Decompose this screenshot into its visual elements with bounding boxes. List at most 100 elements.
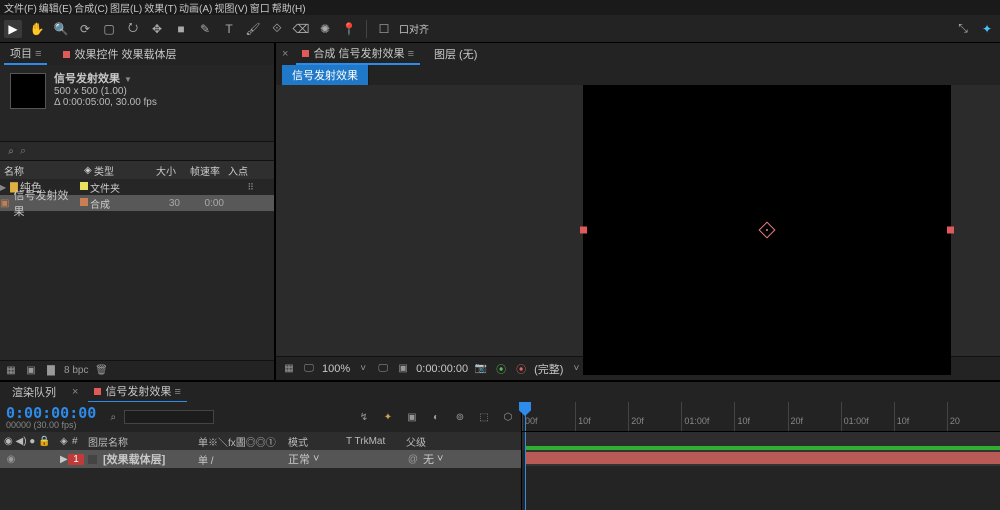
- snap-checkbox[interactable]: ☐: [375, 20, 393, 38]
- layer-track[interactable]: [526, 450, 1000, 466]
- layout-icon[interactable]: ⤡: [954, 20, 972, 38]
- menu-effect[interactable]: 效果(T): [144, 0, 177, 15]
- tab-close-icon[interactable]: ×: [72, 386, 78, 398]
- parent-select[interactable]: 无: [423, 451, 434, 467]
- channel-icon[interactable]: ⦿: [494, 362, 508, 376]
- eye-col-icon[interactable]: ◉ ◀) ● 🔒: [0, 436, 56, 447]
- clone-tool-icon[interactable]: ⟐: [268, 20, 286, 38]
- roi-icon[interactable]: ▣: [396, 362, 410, 376]
- search-help-icon[interactable]: ✦: [978, 20, 996, 38]
- col-size[interactable]: 大小: [140, 163, 180, 178]
- new-comp-icon[interactable]: ▣: [24, 364, 38, 378]
- roto-tool-icon[interactable]: ✺: [316, 20, 334, 38]
- tab-render-queue[interactable]: 渲染队列: [6, 382, 62, 402]
- puppet-tool-icon[interactable]: 📍: [340, 20, 358, 38]
- dropdown-caret-icon[interactable]: ▼: [124, 75, 132, 84]
- draft-icon[interactable]: ▣: [405, 410, 419, 424]
- monitor-icon[interactable]: 🖵: [302, 362, 316, 376]
- pickwhip-icon[interactable]: @: [406, 452, 420, 466]
- tab-project[interactable]: 项目 ≡: [4, 43, 47, 65]
- menu-anim[interactable]: 动画(A): [179, 0, 212, 15]
- mode-col[interactable]: 模式: [284, 434, 342, 449]
- project-search-input[interactable]: [18, 144, 270, 158]
- panel-menu-icon[interactable]: ≡: [175, 386, 181, 398]
- menu-view[interactable]: 视图(V): [214, 0, 247, 15]
- time-ruler[interactable]: 00f 10f 20f 01:00f 10f 20f 01:00f 10f 20: [522, 402, 1000, 432]
- layername-col[interactable]: 图层名称: [84, 434, 194, 449]
- dropdown-caret-icon[interactable]: ˅: [437, 453, 443, 465]
- hand-tool-icon[interactable]: ✋: [28, 20, 46, 38]
- resolution-icon[interactable]: 🖵: [376, 362, 390, 376]
- menu-layer[interactable]: 图层(L): [110, 0, 142, 15]
- panel-menu-icon[interactable]: ≡: [35, 48, 41, 60]
- pen-tool-icon[interactable]: ✎: [196, 20, 214, 38]
- tag-col-icon[interactable]: ◈: [80, 165, 90, 176]
- label-swatch-icon[interactable]: [80, 182, 88, 190]
- zoom-tool-icon[interactable]: 🔍: [52, 20, 70, 38]
- tab-layer-viewer[interactable]: 图层 (无): [428, 44, 483, 64]
- col-name[interactable]: 名称: [0, 163, 80, 178]
- shape-tool-icon[interactable]: ■: [172, 20, 190, 38]
- layer-name[interactable]: [效果载体层]: [103, 451, 165, 467]
- anchor-tool-icon[interactable]: ✥: [148, 20, 166, 38]
- new-folder-icon[interactable]: ▇: [44, 364, 58, 378]
- layer-bar[interactable]: [526, 452, 1000, 464]
- panel-menu-icon[interactable]: ≡: [408, 48, 414, 60]
- menu-comp[interactable]: 合成(C): [74, 0, 108, 15]
- timeline-layer-row[interactable]: ◉ ▶ 1 [效果载体层] 单 / 正常 ˅ @无 ˅: [0, 450, 521, 468]
- quality-caret-icon[interactable]: ˅: [569, 362, 583, 376]
- viewer-subtab[interactable]: 信号发射效果: [282, 65, 369, 85]
- timeline-search-input[interactable]: [124, 410, 214, 424]
- zoom-level[interactable]: 100%: [322, 363, 350, 375]
- anchor-point-icon[interactable]: [761, 224, 773, 236]
- pin-icon[interactable]: ×: [282, 48, 288, 60]
- tab-comp-viewer[interactable]: 合成 信号发射效果 ≡: [296, 43, 420, 65]
- snapshot-icon[interactable]: 📷: [474, 362, 488, 376]
- lock-icon[interactable]: [38, 452, 52, 466]
- menu-help[interactable]: 帮助(H): [272, 0, 306, 15]
- solo-icon[interactable]: [21, 452, 35, 466]
- col-in[interactable]: 入点: [224, 163, 254, 178]
- roi-tool-icon[interactable]: ▢: [100, 20, 118, 38]
- motion-blur-icon[interactable]: ⊚: [453, 410, 467, 424]
- tab-timeline-comp[interactable]: 信号发射效果 ≡: [88, 381, 186, 403]
- mode-select[interactable]: 正常: [288, 451, 310, 467]
- label-col[interactable]: ◈: [56, 436, 68, 447]
- layer-handle-right-icon[interactable]: [947, 227, 954, 234]
- col-fps[interactable]: 帧速率: [180, 163, 224, 178]
- parent-col[interactable]: 父级: [402, 434, 462, 449]
- brush-tool-icon[interactable]: 🖌: [244, 20, 262, 38]
- text-tool-icon[interactable]: T: [220, 20, 238, 38]
- canvas[interactable]: [583, 85, 951, 375]
- project-bpc[interactable]: 8 bpc: [64, 365, 88, 376]
- menu-file[interactable]: 文件(F): [4, 0, 37, 15]
- menu-edit[interactable]: 编辑(E): [39, 0, 72, 15]
- col-type[interactable]: 类型: [90, 163, 140, 178]
- trkmat-col[interactable]: T TrkMat: [342, 436, 402, 447]
- interpret-icon[interactable]: ▦: [4, 364, 18, 378]
- eraser-tool-icon[interactable]: ⌫: [292, 20, 310, 38]
- dropdown-caret-icon[interactable]: ˅: [313, 453, 319, 465]
- grid-toggle-icon[interactable]: ▦: [282, 362, 296, 376]
- project-row-comp[interactable]: ▣ 信号发射效果 合成 30 0:00: [0, 195, 274, 211]
- zoom-caret-icon[interactable]: ˅: [356, 362, 370, 376]
- graph-editor-icon[interactable]: ↯: [357, 410, 371, 424]
- viewer-quality[interactable]: (完整): [534, 361, 563, 377]
- tab-effect-controls[interactable]: 效果控件 效果载体层: [57, 44, 182, 64]
- trash-icon[interactable]: 🗑: [94, 364, 108, 378]
- eye-icon[interactable]: ◉: [4, 452, 18, 466]
- layer-handle-left-icon[interactable]: [580, 227, 587, 234]
- frame-blend-icon[interactable]: ◐: [429, 410, 443, 424]
- expand-caret-icon[interactable]: ▶: [56, 454, 68, 465]
- playhead-icon[interactable]: [525, 402, 526, 431]
- shy-icon[interactable]: ✦: [381, 410, 395, 424]
- layer-av[interactable]: 单 /: [194, 452, 284, 467]
- track-area[interactable]: [522, 450, 1000, 510]
- mask-icon[interactable]: ⦿: [514, 362, 528, 376]
- viewer-time[interactable]: 0:00:00:00: [416, 363, 468, 375]
- orbit-tool-icon[interactable]: ⟳: [76, 20, 94, 38]
- autokeyframe-icon[interactable]: ⬡: [501, 410, 515, 424]
- brainstorm-icon[interactable]: ⬚: [477, 410, 491, 424]
- composition-viewer[interactable]: [276, 85, 1000, 356]
- work-area-bar[interactable]: [526, 446, 1000, 450]
